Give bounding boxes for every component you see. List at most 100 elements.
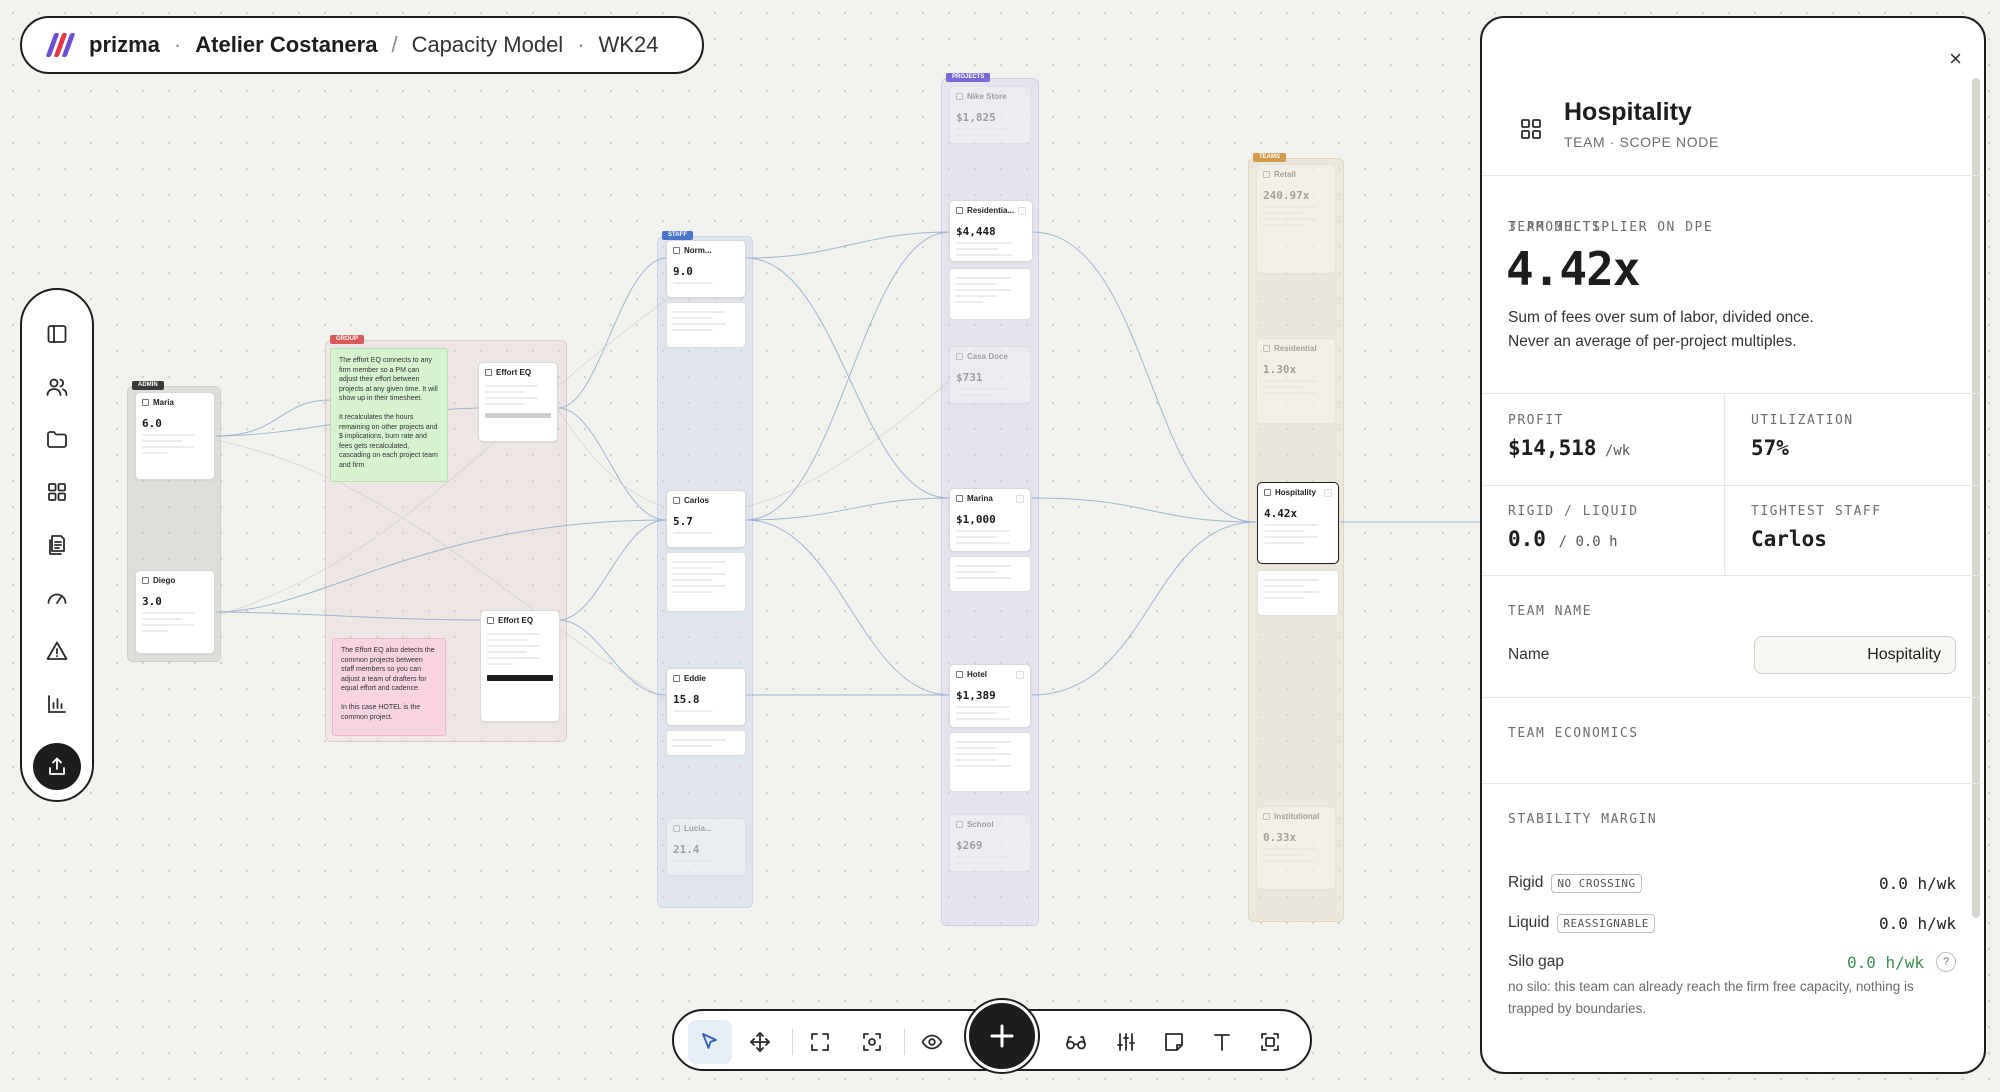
project-value: $1,389: [956, 689, 996, 702]
team-node-institutional[interactable]: Institutional 0.33x: [1256, 806, 1336, 890]
project-value: $731: [956, 371, 983, 384]
project-node-nike-store[interactable]: Nike Store $1,825: [949, 86, 1031, 144]
focus-tool-button[interactable]: [850, 1020, 894, 1064]
liquid-row: Liquid REASSIGNABLE 0.0 h/wk: [1508, 910, 1956, 936]
person-icon: [673, 675, 680, 682]
project-node-marina[interactable]: Marina · $1,000: [949, 488, 1031, 552]
team-economics-section[interactable]: TEAM ECONOMICS: [1482, 698, 1982, 784]
alerts-button[interactable]: [35, 629, 79, 672]
project-node-residential[interactable]: Residentia... · $4,448: [949, 200, 1033, 262]
team-node-retail[interactable]: Retail 240.97x: [1256, 164, 1336, 274]
teams-lane-tag: TEAMS: [1253, 153, 1286, 162]
gauge-icon: [47, 593, 67, 605]
reassignable-badge: REASSIGNABLE: [1557, 913, 1655, 933]
team-node-residential[interactable]: Residential 1.30x: [1256, 338, 1336, 424]
frame-icon: [811, 1033, 829, 1051]
staff-node-carlos[interactable]: Carlos 5.7: [666, 490, 746, 548]
team-stats-grid: PROFIT $14,518 /wk UTILIZATION 57% RIGID…: [1482, 394, 1982, 576]
team-name-input[interactable]: [1754, 636, 1956, 674]
effort-eq-node-top[interactable]: Effort EQ: [478, 362, 558, 442]
project-node-school[interactable]: School $269: [949, 814, 1031, 872]
staff-node-eddie[interactable]: Eddie 15.8: [666, 668, 746, 726]
prizma-logo-icon[interactable]: [45, 33, 76, 57]
breadcrumb-organization[interactable]: Atelier Costanera: [195, 32, 377, 58]
project-name: School: [967, 820, 994, 829]
add-node-button[interactable]: [966, 1000, 1038, 1072]
inspector-panel: × Hospitality TEAM · SCOPE NODE TEAM MUL…: [1480, 16, 1986, 1074]
export-button[interactable]: [33, 743, 81, 791]
rigid-liquid-stat: RIGID / LIQUID 0.0 / 0.0 h: [1482, 485, 1724, 576]
admin-value: 3.0: [142, 595, 162, 608]
breadcrumb-model[interactable]: Capacity Model: [412, 32, 564, 58]
team-icon: [1264, 489, 1271, 496]
sticky-note-green[interactable]: The effort EQ connects to any firm membe…: [330, 348, 448, 482]
people-icon: [46, 378, 68, 396]
eye-icon: [921, 1034, 943, 1050]
projects-button[interactable]: [35, 418, 79, 461]
profit-unit: /wk: [1596, 443, 1631, 459]
project-icon: [956, 207, 963, 214]
teams-button[interactable]: [35, 471, 79, 514]
people-button[interactable]: [35, 365, 79, 408]
staff-name: Lucia...: [684, 824, 712, 833]
move-tool-button[interactable]: [738, 1020, 782, 1064]
adjust-tool-button[interactable]: [1104, 1020, 1148, 1064]
eq-icon: [487, 617, 494, 624]
capture-tool-button[interactable]: [1248, 1020, 1292, 1064]
project-node-casa-doce[interactable]: Casa Doce $731: [949, 346, 1031, 404]
person-icon: [673, 247, 680, 254]
grid-icon: [48, 483, 66, 502]
project-name: Nike Store: [967, 92, 1007, 101]
view-tool-button[interactable]: [910, 1020, 954, 1064]
multiplier-description-line: Never an average of per-project multiple…: [1508, 333, 1797, 350]
admin-node-maria[interactable]: Maria 6.0: [135, 392, 215, 480]
rigid-row: Rigid NO CROSSING 0.0 h/wk: [1508, 870, 1956, 896]
team-value: 1.30x: [1263, 363, 1297, 376]
team-name: Hospitality: [1275, 488, 1316, 497]
project-name: Casa Doce: [967, 352, 1008, 361]
folder-icon: [47, 431, 67, 449]
liquid-amount: / 0.0 h: [1558, 534, 1618, 550]
brand-name[interactable]: prizma: [89, 32, 160, 58]
projects-lane-tag: PROJECTS: [946, 73, 991, 82]
project-value: $269: [956, 839, 983, 852]
team-name-section: TEAM NAME Name: [1482, 576, 1982, 698]
inspect-tool-button[interactable]: [1054, 1020, 1098, 1064]
frame-tool-button[interactable]: [798, 1020, 842, 1064]
focus-icon: [863, 1033, 881, 1051]
tightest-staff-label: TIGHTEST STAFF: [1751, 504, 1882, 519]
sticky-note-pink[interactable]: The Effort EQ also detects the common pr…: [332, 638, 446, 736]
breadcrumb: prizma · Atelier Costanera / Capacity Mo…: [20, 16, 704, 74]
sidebar-toggle-button[interactable]: [35, 312, 79, 355]
breadcrumb-week[interactable]: WK24: [599, 32, 659, 58]
sticky-note-tool-button[interactable]: [1152, 1020, 1196, 1064]
effort-eq-title: Effort EQ: [498, 616, 534, 625]
text-tool-button[interactable]: [1200, 1020, 1244, 1064]
effort-eq-node-bottom[interactable]: Effort EQ: [480, 610, 560, 722]
gauge-button[interactable]: [35, 576, 79, 619]
tightest-staff-value[interactable]: Carlos: [1751, 527, 1827, 551]
help-icon[interactable]: ?: [1936, 952, 1956, 972]
select-icon: [702, 1033, 717, 1049]
staff-node-lucia[interactable]: Lucia... 21.4: [666, 818, 746, 876]
project-node-hotel[interactable]: Hotel · $1,389: [949, 664, 1031, 728]
analytics-button[interactable]: [35, 682, 79, 725]
stability-margin-label: STABILITY MARGIN: [1508, 812, 1658, 827]
rigid-value: 0.0 h/wk: [1878, 873, 1956, 893]
profit-amount: $14,518: [1508, 436, 1597, 460]
admin-name: Diego: [153, 576, 176, 585]
reports-button[interactable]: [35, 524, 79, 567]
team-name: Retail: [1274, 170, 1296, 179]
utilization-value: 57%: [1751, 436, 1789, 460]
select-tool-button[interactable]: [688, 1020, 732, 1064]
profit-value: $14,518 /wk: [1508, 436, 1630, 460]
sticky-note-icon: [1165, 1033, 1183, 1051]
project-name: Marina: [967, 494, 993, 503]
rigid-liquid-label: RIGID / LIQUID: [1508, 504, 1639, 519]
staff-node-norm[interactable]: Norm... 9.0: [666, 240, 746, 298]
admin-node-diego[interactable]: Diego 3.0: [135, 570, 215, 654]
utilization-stat: UTILIZATION 57%: [1725, 394, 1967, 485]
screenshot-icon: [1261, 1033, 1279, 1051]
staff-name: Eddie: [684, 674, 706, 683]
team-node-hospitality[interactable]: Hospitality · 4.42x: [1257, 482, 1339, 564]
